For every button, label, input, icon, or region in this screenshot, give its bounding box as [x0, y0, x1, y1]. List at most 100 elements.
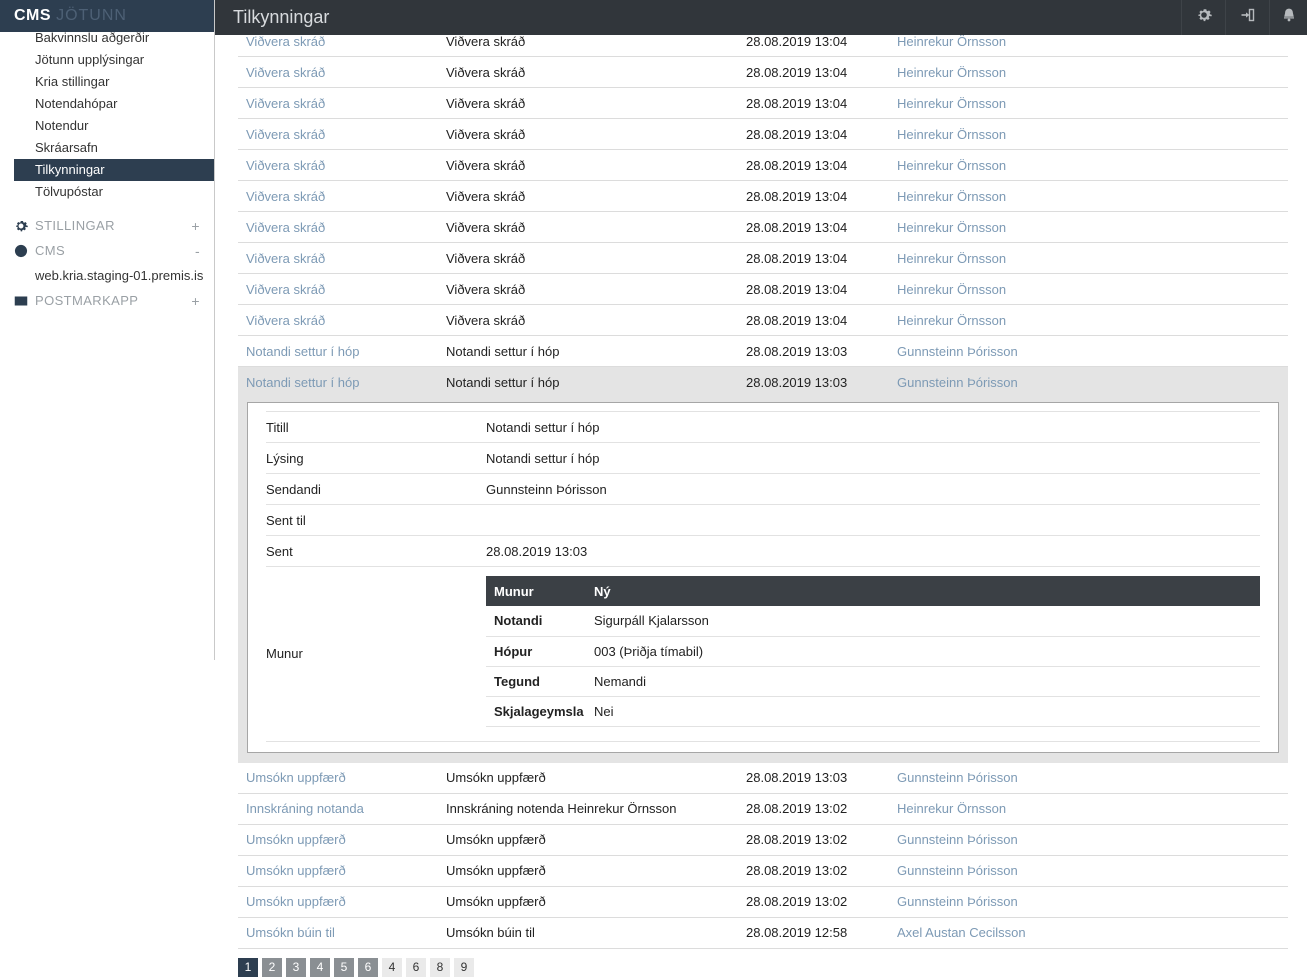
table-row[interactable]: Viðvera skráð Viðvera skráð 28.08.2019 1…: [238, 212, 1288, 243]
page-button[interactable]: 8: [430, 958, 450, 977]
table-row[interactable]: Viðvera skráð Viðvera skráð 28.08.2019 1…: [238, 119, 1288, 150]
table-row[interactable]: Umsókn búin til Umsókn búin til 28.08.20…: [238, 918, 1288, 949]
table-row[interactable]: Viðvera skráð Viðvera skráð 28.08.2019 1…: [238, 150, 1288, 181]
notification-title-link[interactable]: Notandi settur í hóp: [238, 344, 438, 359]
settings-button[interactable]: [1181, 0, 1225, 35]
notification-user-link[interactable]: Gunnsteinn Þórisson: [889, 863, 1288, 878]
page-button[interactable]: 4: [310, 958, 330, 977]
page-button[interactable]: 2: [262, 958, 282, 977]
sidebar-sections: STILLINGAR + CMS - web.kria.staging-01.p…: [0, 213, 214, 313]
page-button[interactable]: 9: [454, 958, 474, 977]
notification-date: 28.08.2019 13:04: [738, 220, 889, 235]
notification-description: Viðvera skráð: [438, 65, 738, 80]
notification-title-link[interactable]: Notandi settur í hóp: [238, 375, 438, 390]
notification-user-link[interactable]: Heinrekur Örnsson: [889, 34, 1288, 49]
table-row[interactable]: Viðvera skráð Viðvera skráð 28.08.2019 1…: [238, 305, 1288, 336]
notification-title-link[interactable]: Umsókn uppfærð: [238, 894, 438, 909]
sidebar-item[interactable]: Skráarsafn: [14, 137, 214, 159]
notification-date: 28.08.2019 12:58: [738, 925, 889, 940]
notification-user-link[interactable]: Heinrekur Örnsson: [889, 127, 1288, 142]
notification-user-link[interactable]: Heinrekur Örnsson: [889, 189, 1288, 204]
collapse-toggle[interactable]: -: [195, 243, 200, 259]
notification-title-link[interactable]: Umsókn búin til: [238, 925, 438, 940]
notification-title-link[interactable]: Viðvera skráð: [238, 158, 438, 173]
diff-row: Tegund Nemandi: [486, 666, 1260, 696]
pagination: 1234564689: [238, 958, 1288, 977]
notification-description: Viðvera skráð: [438, 96, 738, 111]
notification-date: 28.08.2019 13:04: [738, 282, 889, 297]
table-row[interactable]: Umsókn uppfærð Umsókn uppfærð 28.08.2019…: [238, 856, 1288, 887]
notification-user-link[interactable]: Axel Austan Cecilsson: [889, 925, 1288, 940]
brand-bold: CMS: [14, 7, 51, 25]
page-button[interactable]: 6: [406, 958, 426, 977]
notification-description: Umsókn uppfærð: [438, 894, 738, 909]
notification-title-link[interactable]: Viðvera skráð: [238, 251, 438, 266]
page-button[interactable]: 5: [334, 958, 354, 977]
notification-user-link[interactable]: Gunnsteinn Þórisson: [889, 894, 1288, 909]
sidebar-item-cms-site[interactable]: web.kria.staging-01.premis.is: [0, 263, 214, 288]
notification-user-link[interactable]: Gunnsteinn Þórisson: [889, 770, 1288, 785]
table-row[interactable]: Umsókn uppfærð Umsókn uppfærð 28.08.2019…: [238, 763, 1288, 794]
table-row[interactable]: Viðvera skráð Viðvera skráð 28.08.2019 1…: [238, 181, 1288, 212]
notification-user-link[interactable]: Heinrekur Örnsson: [889, 282, 1288, 297]
notification-title-link[interactable]: Umsókn uppfærð: [238, 863, 438, 878]
notification-description: Viðvera skráð: [438, 189, 738, 204]
table-row[interactable]: Umsókn uppfærð Umsókn uppfærð 28.08.2019…: [238, 825, 1288, 856]
diff-row-value: Nei: [586, 696, 1260, 726]
notification-title-link[interactable]: Viðvera skráð: [238, 313, 438, 328]
notification-user-link[interactable]: Heinrekur Örnsson: [889, 96, 1288, 111]
notification-title-link[interactable]: Umsókn uppfærð: [238, 770, 438, 785]
notification-user-link[interactable]: Heinrekur Örnsson: [889, 251, 1288, 266]
table-row[interactable]: Viðvera skráð Viðvera skráð 28.08.2019 1…: [238, 88, 1288, 119]
sidebar-section-cms[interactable]: CMS -: [0, 238, 214, 263]
notification-date: 28.08.2019 13:03: [738, 770, 889, 785]
notification-user-link[interactable]: Heinrekur Örnsson: [889, 220, 1288, 235]
sidebar-item[interactable]: Tilkynningar: [14, 159, 214, 181]
table-row[interactable]: Umsókn uppfærð Umsókn uppfærð 28.08.2019…: [238, 887, 1288, 918]
notification-description: Viðvera skráð: [438, 282, 738, 297]
notifications-button[interactable]: [1269, 0, 1307, 35]
page-button[interactable]: 1: [238, 958, 258, 977]
table-row[interactable]: Viðvera skráð Viðvera skráð 28.08.2019 1…: [238, 243, 1288, 274]
sidebar-section-stillingar[interactable]: STILLINGAR +: [0, 213, 214, 238]
notification-user-link[interactable]: Heinrekur Örnsson: [889, 313, 1288, 328]
page-button[interactable]: 6: [358, 958, 378, 977]
notification-title-link[interactable]: Umsókn uppfærð: [238, 832, 438, 847]
sidebar-section-postmarkapp[interactable]: POSTMARKAPP +: [0, 288, 214, 313]
table-row[interactable]: Viðvera skráð Viðvera skráð 28.08.2019 1…: [238, 57, 1288, 88]
notification-user-link[interactable]: Gunnsteinn Þórisson: [889, 375, 1288, 390]
notification-title-link[interactable]: Viðvera skráð: [238, 96, 438, 111]
page-button[interactable]: 4: [382, 958, 402, 977]
notification-user-link[interactable]: Heinrekur Örnsson: [889, 65, 1288, 80]
table-row[interactable]: Innskráning notanda Innskráning notenda …: [238, 794, 1288, 825]
notification-user-link[interactable]: Heinrekur Örnsson: [889, 801, 1288, 816]
notification-title-link[interactable]: Viðvera skráð: [238, 65, 438, 80]
notification-date: 28.08.2019 13:04: [738, 251, 889, 266]
notification-title-link[interactable]: Viðvera skráð: [238, 34, 438, 49]
sidebar-item[interactable]: Kria stillingar: [14, 71, 214, 93]
expand-toggle[interactable]: +: [191, 218, 200, 234]
notification-title-link[interactable]: Innskráning notanda: [238, 801, 438, 816]
diff-row-value: Nemandi: [586, 666, 1260, 696]
table-row[interactable]: Viðvera skráð Viðvera skráð 28.08.2019 1…: [238, 274, 1288, 305]
diff-section-label: Munur: [266, 646, 486, 661]
notification-title-link[interactable]: Viðvera skráð: [238, 220, 438, 235]
notification-user-link[interactable]: Gunnsteinn Þórisson: [889, 832, 1288, 847]
sidebar-item[interactable]: Tölvupóstar: [14, 181, 214, 203]
notification-user-link[interactable]: Heinrekur Örnsson: [889, 158, 1288, 173]
sidebar-item-label: Jötunn upplýsingar: [35, 52, 144, 67]
expand-toggle[interactable]: +: [191, 293, 200, 309]
detail-label: Lýsing: [266, 451, 486, 466]
topbar-icon-group: [1181, 0, 1307, 35]
notification-title-link[interactable]: Viðvera skráð: [238, 127, 438, 142]
notification-title-link[interactable]: Viðvera skráð: [238, 282, 438, 297]
notification-user-link[interactable]: Gunnsteinn Þórisson: [889, 344, 1288, 359]
sidebar-item[interactable]: Notendahópar: [14, 93, 214, 115]
sidebar-item[interactable]: Notendur: [14, 115, 214, 137]
page-button[interactable]: 3: [286, 958, 306, 977]
sidebar-item[interactable]: Jötunn upplýsingar: [14, 49, 214, 71]
selected-table-row[interactable]: Notandi settur í hóp Notandi settur í hó…: [238, 367, 1288, 398]
sign-in-button[interactable]: [1225, 0, 1269, 35]
table-row[interactable]: Notandi settur í hóp Notandi settur í hó…: [238, 336, 1288, 367]
notification-title-link[interactable]: Viðvera skráð: [238, 189, 438, 204]
